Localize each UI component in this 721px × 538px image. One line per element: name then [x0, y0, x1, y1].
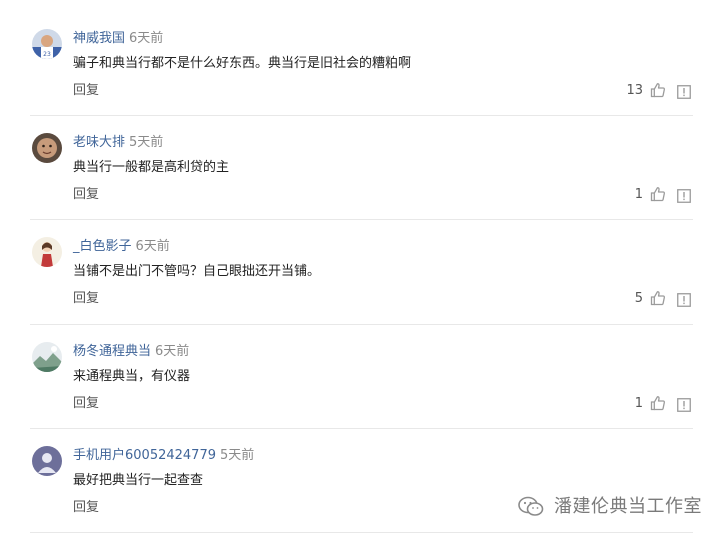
comment-text: 来通程典当，有仪器 [73, 368, 191, 384]
comment-text: 当铺不是出门不管吗？自己眼拙还开当铺。 [73, 264, 321, 280]
comment-time: 5天前 [129, 135, 164, 151]
avatar[interactable] [32, 133, 62, 164]
thumbs-up-icon[interactable] [650, 395, 666, 411]
like-count: 1 [634, 187, 643, 203]
comment-text: 典当行一般都是高利贷的主 [73, 160, 230, 176]
reply-button[interactable]: 回复 [73, 187, 99, 203]
comment-time: 6天前 [155, 343, 190, 359]
comment-meta: 老味大排 5天前 [73, 135, 163, 151]
report-icon[interactable] [677, 292, 691, 308]
comment-meta: _白色影子 6天前 [73, 239, 170, 255]
comment-divider [30, 532, 693, 533]
comment-meta: 杨冬通程典当 6天前 [73, 344, 189, 360]
avatar[interactable]: 23 [32, 29, 62, 59]
like-count: 5 [634, 291, 643, 307]
comment-meta: 神威我国 6天前 [73, 31, 163, 47]
report-icon[interactable] [677, 84, 691, 99]
like-count: 1 [634, 395, 643, 411]
report-icon[interactable] [677, 188, 691, 204]
comment-text: 最好把典当行一起查查 [73, 472, 204, 488]
thumbs-up-icon[interactable] [650, 82, 666, 98]
reply-button[interactable]: 回复 [73, 83, 99, 99]
avatar[interactable] [32, 341, 62, 372]
like-count: 13 [626, 83, 643, 98]
svg-text:23: 23 [43, 51, 51, 58]
username[interactable]: 杨冬通程典当 [73, 344, 151, 359]
avatar[interactable] [32, 237, 62, 268]
comment-time: 6天前 [129, 31, 164, 46]
reply-button[interactable]: 回复 [73, 500, 99, 516]
wechat-icon [518, 496, 544, 516]
watermark: 潘建伦典当工作室 [518, 494, 708, 520]
comment-time: 5天前 [219, 447, 255, 463]
reply-button[interactable]: 回复 [73, 396, 99, 412]
comment-item: 杨冬通程典当 6天前来通程典当，有仪器 回复 1 [0, 325, 721, 429]
username[interactable]: 神威我国 [73, 31, 125, 46]
username[interactable]: _白色影子 [73, 239, 132, 254]
username[interactable]: 老味大排 [73, 135, 125, 150]
thumbs-up-icon[interactable] [650, 186, 666, 202]
avatar[interactable] [32, 445, 62, 476]
thumbs-up-icon[interactable] [650, 290, 666, 306]
comment-item: 老味大排 5天前典当行一般都是高利贷的主 回复 1 [0, 116, 721, 220]
report-icon[interactable] [677, 397, 691, 412]
watermark-text: 潘建伦典当工作室 [554, 496, 702, 517]
comment-item: _白色影子 6天前当铺不是出门不管吗？自己眼拙还开当铺。 回复 5 [0, 220, 721, 324]
comment-meta: 手机用户60052424779 5天前 [73, 448, 254, 464]
comment-item: 23 神威我国 6天前骗子和典当行都不是什么好东西。典当行是旧社会的糟粕啊 回复 13 [0, 12, 721, 116]
comment-time: 6天前 [135, 239, 170, 255]
reply-button[interactable]: 回复 [73, 291, 99, 307]
comment-text: 骗子和典当行都不是什么好东西。典当行是旧社会的糟粕啊 [73, 56, 412, 71]
username[interactable]: 手机用户60052424779 [73, 448, 216, 463]
